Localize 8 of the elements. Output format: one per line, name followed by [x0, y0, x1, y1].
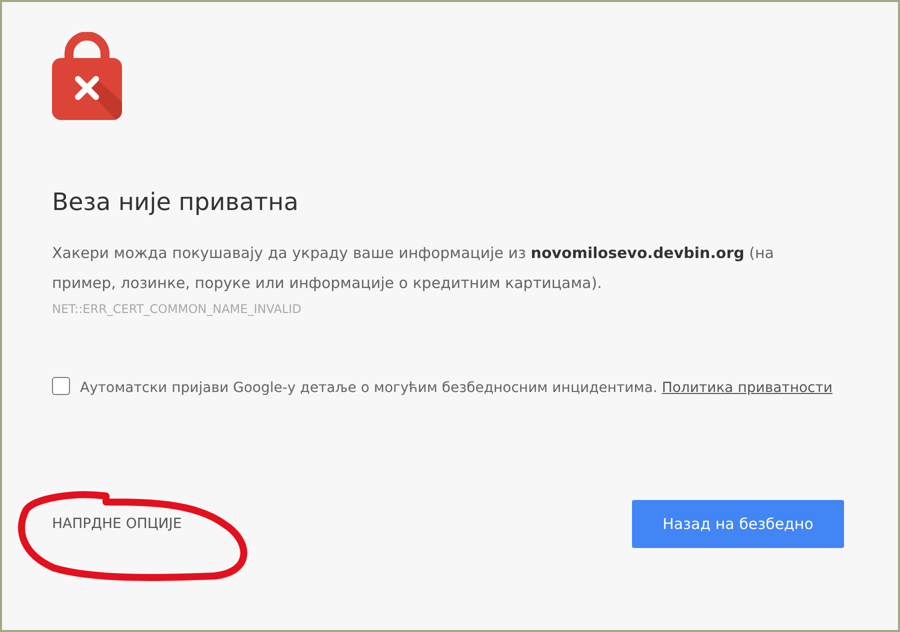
- report-label: Аутоматски пријави Google-у детаље о могућим безбедносним инцидентима.: [80, 380, 658, 396]
- page-heading: Веза није приватна: [52, 187, 300, 218]
- report-checkbox[interactable]: [52, 377, 70, 395]
- error-code: NET::ERR_CERT_COMMON_NAME_INVALID: [52, 302, 302, 316]
- privacy-policy-link[interactable]: Политика приватности: [662, 380, 832, 396]
- back-to-safety-button[interactable]: Назад на безбедно: [632, 500, 844, 548]
- lock-error-icon: [52, 32, 122, 120]
- warning-message: Хакери можда покушавају да украду ваше информације из novomilosevo.devbin.org (на пример, лозинке, поруке или информације о кредитним картицама).: [52, 243, 775, 294]
